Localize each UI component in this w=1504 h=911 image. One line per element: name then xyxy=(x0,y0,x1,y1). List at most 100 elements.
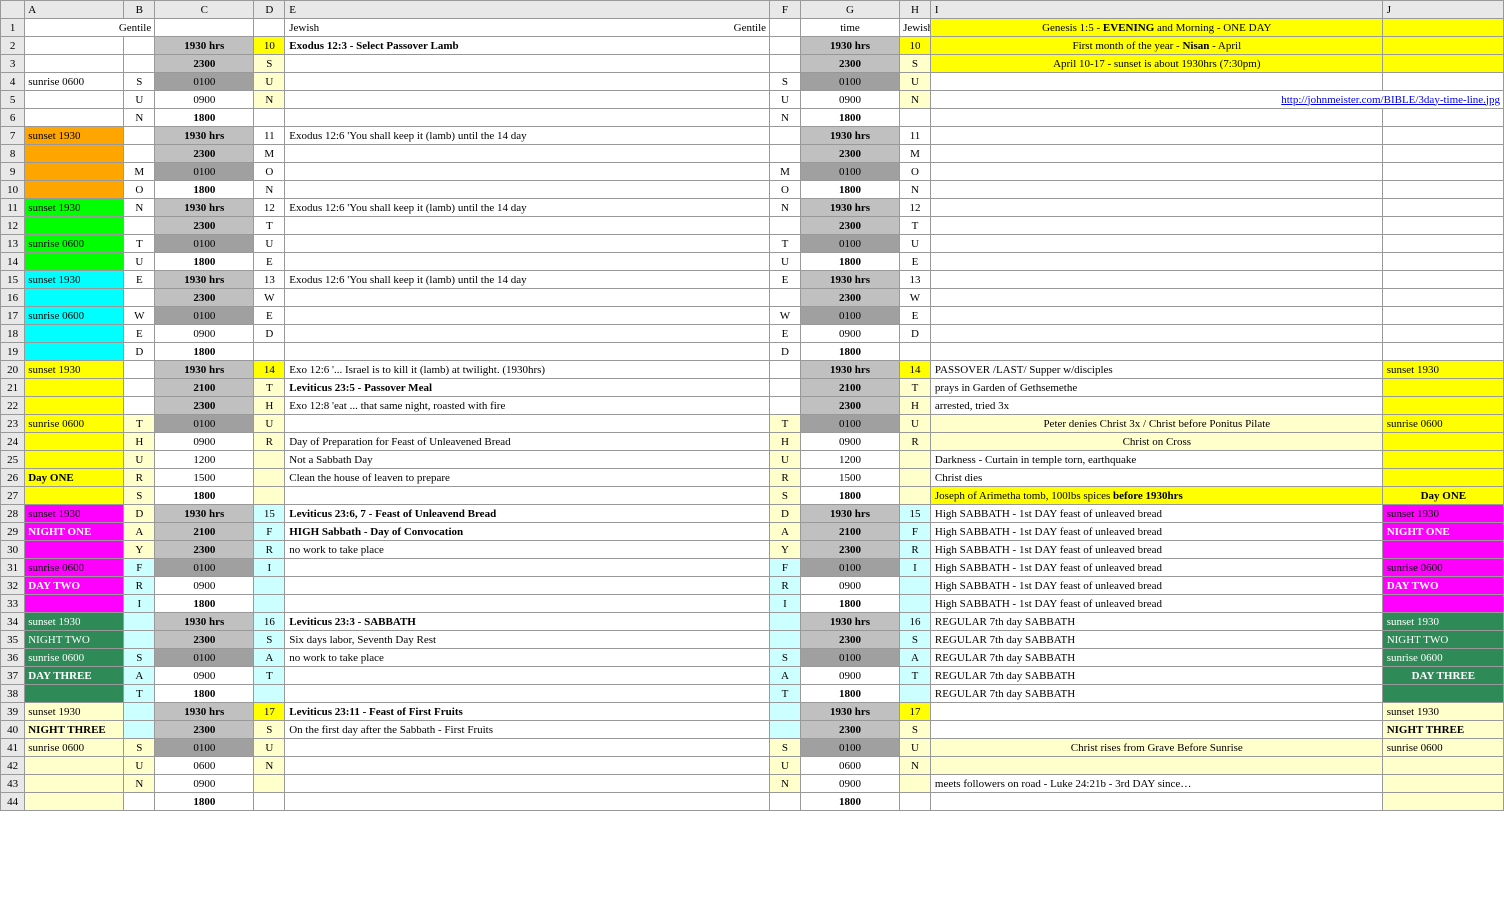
cell-J20[interactable]: sunset 1930 xyxy=(1382,361,1503,379)
cell-E22[interactable]: Exo 12:8 'eat ... that same night, roast… xyxy=(285,397,770,415)
cell-D4[interactable]: U xyxy=(254,73,285,91)
cell-B29[interactable]: A xyxy=(124,523,155,541)
cell-F18[interactable]: E xyxy=(770,325,801,343)
cell-A39[interactable]: sunset 1930 xyxy=(25,703,124,721)
cell-E32[interactable] xyxy=(285,577,770,595)
cell-G4[interactable]: 0100 xyxy=(800,73,899,91)
cell-F14[interactable]: U xyxy=(770,253,801,271)
col-header-C[interactable]: C xyxy=(155,1,254,19)
cell-E5[interactable] xyxy=(285,91,770,109)
cell-B33[interactable]: I xyxy=(124,595,155,613)
cell-A36[interactable]: sunrise 0600 xyxy=(25,649,124,667)
cell-A4[interactable]: sunrise 0600 xyxy=(25,73,124,91)
cell-B17[interactable]: W xyxy=(124,307,155,325)
row-header[interactable]: 16 xyxy=(1,289,25,307)
cell-I40[interactable] xyxy=(930,721,1382,739)
cell-H17[interactable]: E xyxy=(900,307,931,325)
cell-D44[interactable] xyxy=(254,793,285,811)
cell-J11[interactable] xyxy=(1382,199,1503,217)
row-header[interactable]: 9 xyxy=(1,163,25,181)
cell-A38[interactable] xyxy=(25,685,124,703)
cell-B28[interactable]: D xyxy=(124,505,155,523)
cell-E29[interactable]: HIGH Sabbath - Day of Convocation xyxy=(285,523,770,541)
cell-G20[interactable]: 1930 hrs xyxy=(800,361,899,379)
cell-J14[interactable] xyxy=(1382,253,1503,271)
cell-J42[interactable] xyxy=(1382,757,1503,775)
cell-D30[interactable]: R xyxy=(254,541,285,559)
cell-G19[interactable]: 1800 xyxy=(800,343,899,361)
cell-C41[interactable]: 0100 xyxy=(155,739,254,757)
cell-G42[interactable]: 0600 xyxy=(800,757,899,775)
cell-F2[interactable] xyxy=(770,37,801,55)
cell-J37[interactable]: DAY THREE xyxy=(1382,667,1503,685)
cell-B20[interactable] xyxy=(124,361,155,379)
cell-D33[interactable] xyxy=(254,595,285,613)
cell-C44[interactable]: 1800 xyxy=(155,793,254,811)
cell-I38[interactable]: REGULAR 7th day SABBATH xyxy=(930,685,1382,703)
cell-B31[interactable]: F xyxy=(124,559,155,577)
cell-F33[interactable]: I xyxy=(770,595,801,613)
cell-E40[interactable]: On the first day after the Sabbath - Fir… xyxy=(285,721,770,739)
cell-H9[interactable]: O xyxy=(900,163,931,181)
cell-I39[interactable] xyxy=(930,703,1382,721)
cell-B40[interactable] xyxy=(124,721,155,739)
cell-J28[interactable]: sunset 1930 xyxy=(1382,505,1503,523)
cell-J32[interactable]: DAY TWO xyxy=(1382,577,1503,595)
cell-I19[interactable] xyxy=(930,343,1382,361)
cell-A14[interactable] xyxy=(25,253,124,271)
cell-J36[interactable]: sunrise 0600 xyxy=(1382,649,1503,667)
cell-F42[interactable]: U xyxy=(770,757,801,775)
cell-I27[interactable]: Joseph of Arimetha tomb, 100lbs spices b… xyxy=(930,487,1382,505)
spreadsheet-grid[interactable]: A B C D E F G H I J 1 Gentile JewishGent… xyxy=(0,0,1504,811)
cell-B30[interactable]: Y xyxy=(124,541,155,559)
cell-F21[interactable] xyxy=(770,379,801,397)
cell-I2[interactable]: First month of the year - Nisan - April xyxy=(930,37,1382,55)
cell-G30[interactable]: 2300 xyxy=(800,541,899,559)
cell-F27[interactable]: S xyxy=(770,487,801,505)
cell-I30[interactable]: High SABBATH - 1st DAY feast of unleaved… xyxy=(930,541,1382,559)
cell-B41[interactable]: S xyxy=(124,739,155,757)
cell-C4[interactable]: 0100 xyxy=(155,73,254,91)
row-header[interactable]: 28 xyxy=(1,505,25,523)
cell-A32[interactable]: DAY TWO xyxy=(25,577,124,595)
cell-I16[interactable] xyxy=(930,289,1382,307)
cell-G29[interactable]: 2100 xyxy=(800,523,899,541)
cell-D38[interactable] xyxy=(254,685,285,703)
cell-E35[interactable]: Six days labor, Seventh Day Rest xyxy=(285,631,770,649)
cell-I32[interactable]: High SABBATH - 1st DAY feast of unleaved… xyxy=(930,577,1382,595)
cell-F9[interactable]: M xyxy=(770,163,801,181)
cell-B25[interactable]: U xyxy=(124,451,155,469)
cell-A3[interactable] xyxy=(25,55,124,73)
cell-G13[interactable]: 0100 xyxy=(800,235,899,253)
cell-H3[interactable]: S xyxy=(900,55,931,73)
cell-G22[interactable]: 2300 xyxy=(800,397,899,415)
row-header[interactable]: 29 xyxy=(1,523,25,541)
cell-H16[interactable]: W xyxy=(900,289,931,307)
cell-E34[interactable]: Leviticus 23:3 - SABBATH xyxy=(285,613,770,631)
cell-H42[interactable]: N xyxy=(900,757,931,775)
cell-B13[interactable]: T xyxy=(124,235,155,253)
cell-I9[interactable] xyxy=(930,163,1382,181)
cell-G41[interactable]: 0100 xyxy=(800,739,899,757)
cell-D14[interactable]: E xyxy=(254,253,285,271)
cell-I24[interactable]: Christ on Cross xyxy=(930,433,1382,451)
cell-C24[interactable]: 0900 xyxy=(155,433,254,451)
cell-E2[interactable]: Exodus 12:3 - Select Passover Lamb xyxy=(285,37,770,55)
cell-D31[interactable]: I xyxy=(254,559,285,577)
row-header[interactable]: 6 xyxy=(1,109,25,127)
cell-H1[interactable]: Jewish xyxy=(900,19,931,37)
cell-C3[interactable]: 2300 xyxy=(155,55,254,73)
cell-D19[interactable] xyxy=(254,343,285,361)
cell-F19[interactable]: D xyxy=(770,343,801,361)
cell-I7[interactable] xyxy=(930,127,1382,145)
cell-J21[interactable] xyxy=(1382,379,1503,397)
cell-G15[interactable]: 1930 hrs xyxy=(800,271,899,289)
cell-H15[interactable]: 13 xyxy=(900,271,931,289)
cell-A31[interactable]: sunrise 0600 xyxy=(25,559,124,577)
cell-E38[interactable] xyxy=(285,685,770,703)
cell-A9[interactable] xyxy=(25,163,124,181)
cell-C37[interactable]: 0900 xyxy=(155,667,254,685)
cell-J18[interactable] xyxy=(1382,325,1503,343)
cell-H29[interactable]: F xyxy=(900,523,931,541)
cell-C31[interactable]: 0100 xyxy=(155,559,254,577)
